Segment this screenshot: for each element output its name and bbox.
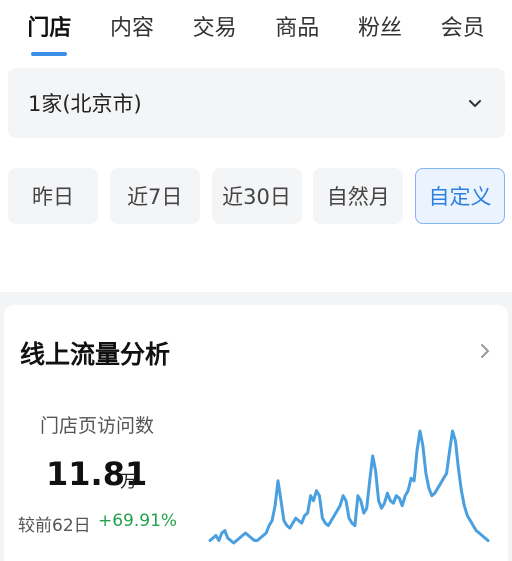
traffic-analysis-card: 线上流量分析 门店页访问数 11.81 万 较前62日 +69.91% [4, 305, 508, 561]
tab-label: 交易 [192, 16, 237, 41]
store-selector[interactable]: 1家(北京市) [8, 68, 505, 138]
metric-unit: 万 [120, 472, 137, 492]
date-7days-button[interactable]: 近7日 [109, 168, 200, 224]
tab-label: 内容 [109, 16, 154, 41]
active-tab-indicator [31, 52, 68, 56]
top-tabs: 门店 内容 交易 商品 粉丝 会员 [0, 0, 512, 56]
tab-label: 门店 [27, 16, 72, 41]
tab-label: 会员 [440, 16, 485, 41]
date-month-button[interactable]: 自然月 [313, 168, 404, 224]
date-30days-button[interactable]: 近30日 [211, 168, 302, 224]
store-selector-value: 1家(北京市) [28, 92, 142, 116]
tab-members[interactable]: 会员 [433, 0, 493, 42]
compare-value: +69.91% [98, 511, 178, 531]
date-yesterday-button[interactable]: 昨日 [8, 168, 98, 224]
metric-label: 门店页访问数 [40, 415, 155, 437]
chevron-right-icon[interactable] [478, 343, 492, 359]
tab-products[interactable]: 商品 [267, 0, 327, 42]
tab-store[interactable]: 门店 [19, 0, 79, 56]
compare-label: 较前62日 [18, 516, 91, 536]
sparkline-series-line [208, 429, 490, 545]
card-title: 线上流量分析 [20, 340, 171, 369]
tab-fans[interactable]: 粉丝 [350, 0, 410, 42]
tab-trade[interactable]: 交易 [185, 0, 245, 42]
tab-label: 商品 [275, 16, 320, 41]
chevron-down-icon [469, 100, 481, 107]
date-custom-button[interactable]: 自定义 [415, 168, 505, 224]
tab-label: 粉丝 [357, 16, 402, 41]
tab-content[interactable]: 内容 [102, 0, 162, 42]
traffic-sparkline [208, 429, 490, 545]
date-range-selector: 昨日 近7日 近30日 自然月 自定义 [8, 168, 505, 224]
